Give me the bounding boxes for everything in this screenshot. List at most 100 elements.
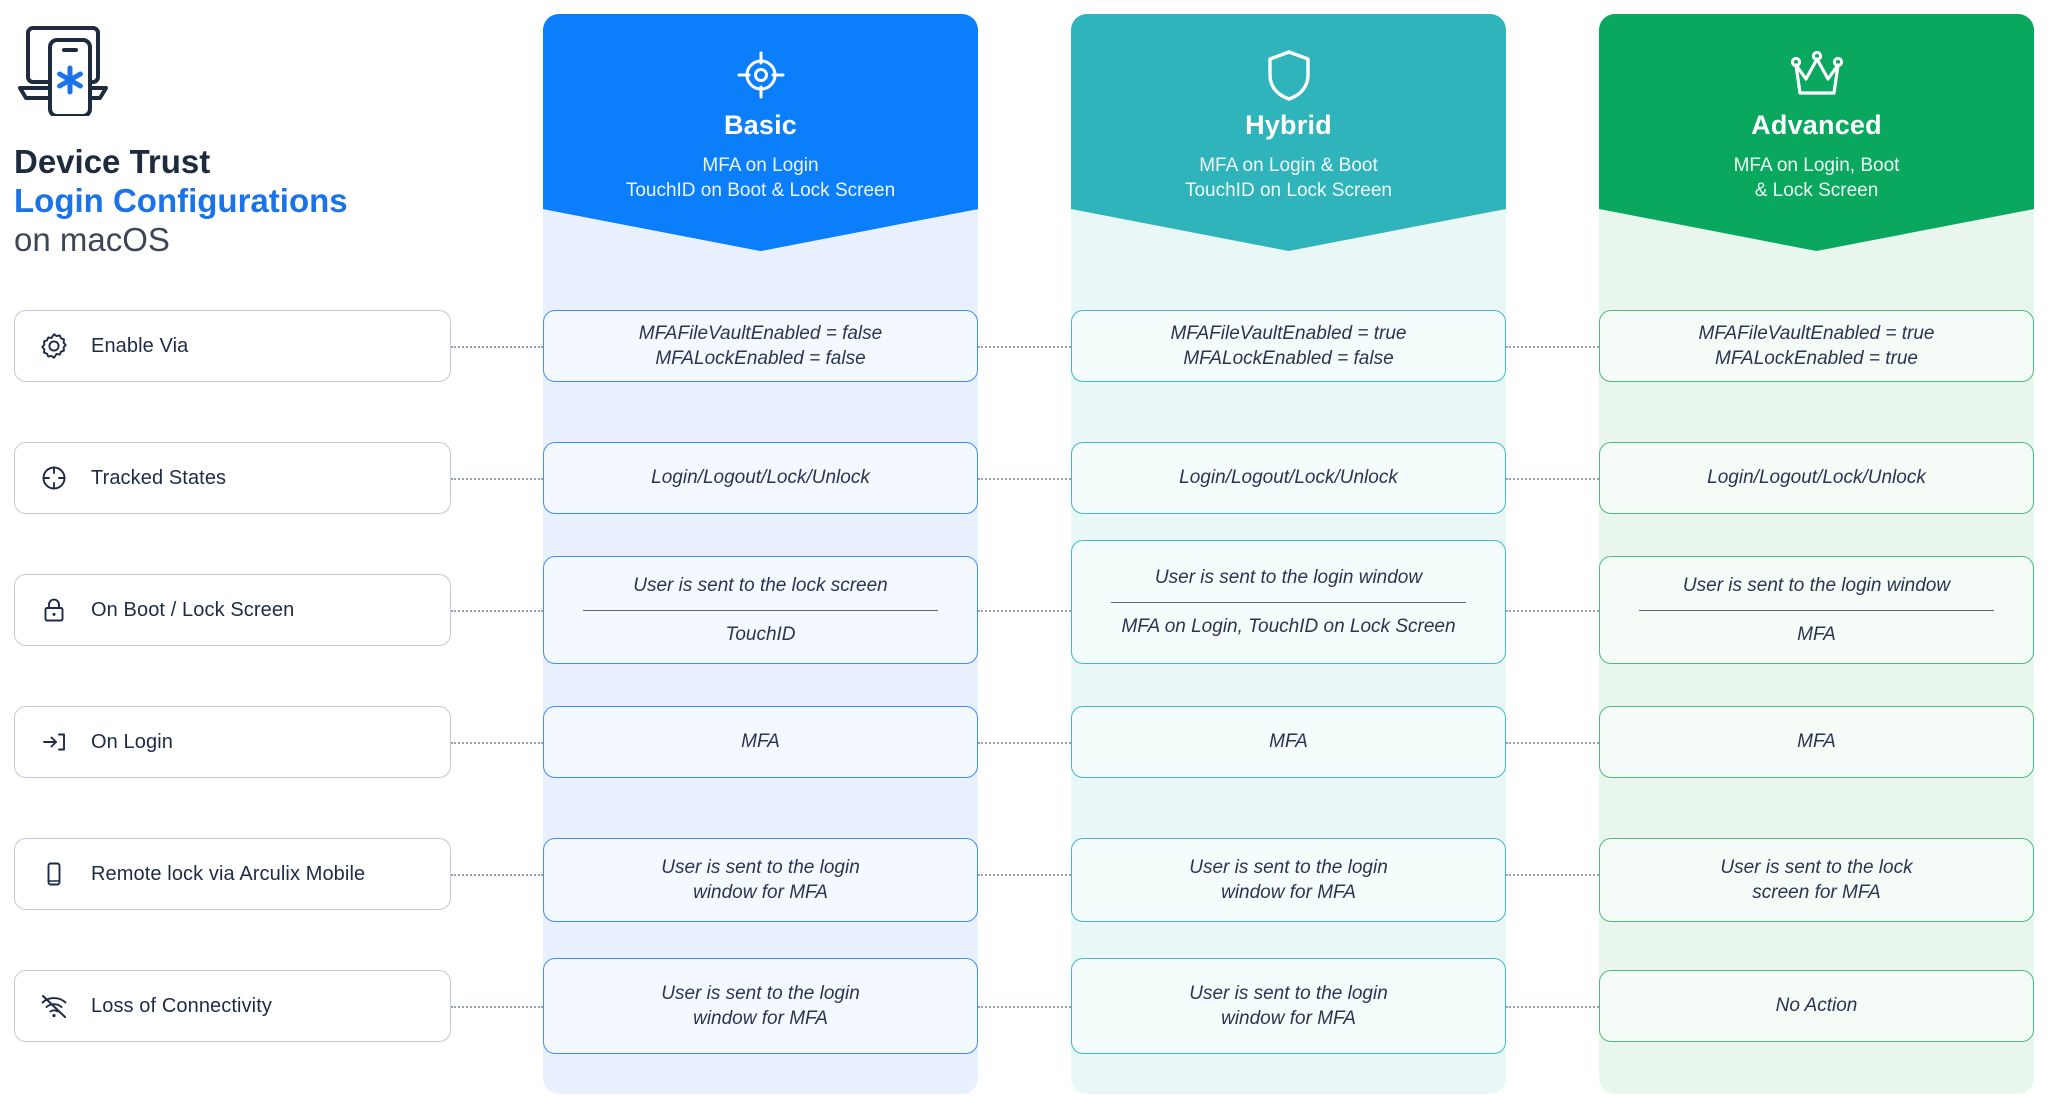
connector-row-2-b bbox=[978, 478, 1071, 480]
cell-text-line-2: window for MFA bbox=[1221, 882, 1356, 903]
cell-on-boot-advanced: User is sent to the login window MFA bbox=[1599, 556, 2034, 664]
row-label-on-boot-lock-screen[interactable]: On Boot / Lock Screen bbox=[14, 574, 451, 646]
row-label-text: Tracked States bbox=[91, 466, 227, 489]
header-notch-basic bbox=[543, 209, 978, 252]
wifi-off-icon bbox=[37, 989, 71, 1023]
cell-remote-lock-advanced: User is sent to the lock screen for MFA bbox=[1599, 838, 2034, 922]
lock-icon bbox=[37, 593, 71, 627]
mobile-phone-icon bbox=[37, 857, 71, 891]
connector-row-6-a bbox=[451, 1006, 543, 1008]
row-label-enable-via[interactable]: Enable Via bbox=[14, 310, 451, 382]
title-line-2: Login Configurations bbox=[14, 181, 348, 219]
cell-tracked-states-basic: Login/Logout/Lock/Unlock bbox=[543, 442, 978, 514]
row-label-remote-lock[interactable]: Remote lock via Arculix Mobile bbox=[14, 838, 451, 910]
connector-row-4-a bbox=[451, 742, 543, 744]
row-label-on-login[interactable]: On Login bbox=[14, 706, 451, 778]
diagram-canvas: Device Trust Login Configurations on mac… bbox=[0, 0, 2048, 1112]
crown-icon bbox=[1787, 44, 1847, 106]
header-notch-advanced bbox=[1599, 209, 2034, 252]
row-label-text: On Boot / Lock Screen bbox=[91, 598, 295, 621]
connector-row-5-c bbox=[1506, 874, 1599, 876]
connector-row-3-c bbox=[1506, 610, 1599, 612]
column-header-hybrid: Hybrid MFA on Login & Boot TouchID on Lo… bbox=[1071, 14, 1506, 252]
cell-text-line-1: MFAFileVaultEnabled = false bbox=[638, 322, 883, 344]
column-subtitle-line-1: MFA on Login, Boot bbox=[1733, 155, 1900, 176]
row-label-text: On Login bbox=[91, 730, 173, 753]
cell-on-login-advanced: MFA bbox=[1599, 706, 2034, 778]
connector-row-5-b bbox=[978, 874, 1071, 876]
cell-remote-lock-hybrid: User is sent to the login window for MFA bbox=[1071, 838, 1506, 922]
cell-text-line-1: MFA bbox=[1797, 731, 1836, 753]
column-subtitle-line-1: MFA on Login bbox=[702, 155, 819, 176]
cell-tracked-states-hybrid: Login/Logout/Lock/Unlock bbox=[1071, 442, 1506, 514]
header-notch-hybrid bbox=[1071, 209, 1506, 252]
shield-icon bbox=[1263, 44, 1315, 106]
crosshair-icon bbox=[37, 461, 71, 495]
connector-row-1-c bbox=[1506, 346, 1599, 348]
cell-text-line-2: window for MFA bbox=[693, 1008, 828, 1029]
connector-row-3-b bbox=[978, 610, 1071, 612]
cell-text-line-1: User is sent to the login bbox=[661, 856, 860, 878]
cell-divider bbox=[1110, 601, 1467, 603]
connector-row-1-a bbox=[451, 346, 543, 348]
cell-text-bottom: MFA on Login, TouchID on Lock Screen bbox=[1121, 615, 1456, 637]
connector-row-2-c bbox=[1506, 478, 1599, 480]
cell-text-line-1: Login/Logout/Lock/Unlock bbox=[1179, 467, 1398, 489]
column-subtitle-hybrid: MFA on Login & Boot TouchID on Lock Scre… bbox=[1185, 153, 1392, 203]
column-subtitle-line-1: MFA on Login & Boot bbox=[1199, 155, 1378, 176]
cell-divider bbox=[582, 609, 939, 611]
cell-text-line-2: MFALockEnabled = false bbox=[655, 348, 866, 369]
cell-text-line-2: MFALockEnabled = false bbox=[1183, 348, 1394, 369]
cell-text-top: User is sent to the lock screen bbox=[633, 575, 888, 597]
column-subtitle-advanced: MFA on Login, Boot & Lock Screen bbox=[1734, 153, 1900, 203]
cell-loss-connectivity-advanced: No Action bbox=[1599, 970, 2034, 1042]
cell-text-line-1: Login/Logout/Lock/Unlock bbox=[1707, 467, 1926, 489]
cell-text-line-1: User is sent to the login bbox=[1189, 982, 1388, 1004]
column-title-advanced: Advanced bbox=[1751, 110, 1882, 140]
cell-on-boot-basic: User is sent to the lock screen TouchID bbox=[543, 556, 978, 664]
login-arrow-icon bbox=[37, 725, 71, 759]
cell-text-line-2: window for MFA bbox=[1221, 1008, 1356, 1029]
cell-text-bottom: MFA bbox=[1797, 623, 1836, 645]
connector-row-6-b bbox=[978, 1006, 1071, 1008]
cell-text-line-1: User is sent to the login bbox=[1189, 856, 1388, 878]
title-line-3: on macOS bbox=[14, 220, 170, 258]
connector-row-2-a bbox=[451, 478, 543, 480]
cell-text-line-1: User is sent to the lock bbox=[1720, 856, 1913, 878]
laptop-phone-asterisk-icon bbox=[14, 20, 434, 121]
column-subtitle-line-2: & Lock Screen bbox=[1754, 180, 1879, 202]
column-title-hybrid: Hybrid bbox=[1245, 110, 1332, 140]
title-block: Device Trust Login Configurations on mac… bbox=[14, 20, 434, 260]
cell-text-line-1: No Action bbox=[1775, 995, 1858, 1017]
target-crosshair-icon bbox=[733, 44, 789, 106]
column-subtitle-basic: MFA on Login TouchID on Boot & Lock Scre… bbox=[626, 153, 895, 203]
cell-text-line-2: MFALockEnabled = true bbox=[1715, 348, 1918, 369]
gear-icon bbox=[37, 329, 71, 363]
cell-divider bbox=[1638, 609, 1995, 611]
cell-text-line-1: MFA bbox=[1269, 731, 1308, 753]
column-header-advanced: Advanced MFA on Login, Boot & Lock Scree… bbox=[1599, 14, 2034, 252]
connector-row-4-c bbox=[1506, 742, 1599, 744]
cell-text-top: User is sent to the login window bbox=[1154, 567, 1423, 589]
title-line-1: Device Trust bbox=[14, 143, 211, 180]
column-title-basic: Basic bbox=[723, 110, 798, 140]
row-label-loss-of-connectivity[interactable]: Loss of Connectivity bbox=[14, 970, 451, 1042]
connector-row-3-a bbox=[451, 610, 543, 612]
cell-text-line-1: MFAFileVaultEnabled = true bbox=[1698, 322, 1935, 344]
row-label-text: Loss of Connectivity bbox=[91, 994, 272, 1017]
column-subtitle-line-2: TouchID on Lock Screen bbox=[1184, 180, 1392, 202]
cell-remote-lock-basic: User is sent to the login window for MFA bbox=[543, 838, 978, 922]
column-subtitle-line-2: TouchID on Boot & Lock Screen bbox=[625, 180, 896, 202]
cell-text-line-1: User is sent to the login bbox=[661, 982, 860, 1004]
row-label-tracked-states[interactable]: Tracked States bbox=[14, 442, 451, 514]
cell-on-login-hybrid: MFA bbox=[1071, 706, 1506, 778]
cell-text-top: User is sent to the login window bbox=[1682, 575, 1951, 597]
cell-enable-via-hybrid: MFAFileVaultEnabled = true MFALockEnable… bbox=[1071, 310, 1506, 382]
cell-text-line-1: MFA bbox=[741, 731, 780, 753]
connector-row-1-b bbox=[978, 346, 1071, 348]
connector-row-4-b bbox=[978, 742, 1071, 744]
cell-text-line-1: Login/Logout/Lock/Unlock bbox=[651, 467, 870, 489]
cell-text-bottom: TouchID bbox=[725, 623, 796, 645]
cell-tracked-states-advanced: Login/Logout/Lock/Unlock bbox=[1599, 442, 2034, 514]
cell-on-boot-hybrid: User is sent to the login window MFA on … bbox=[1071, 540, 1506, 664]
